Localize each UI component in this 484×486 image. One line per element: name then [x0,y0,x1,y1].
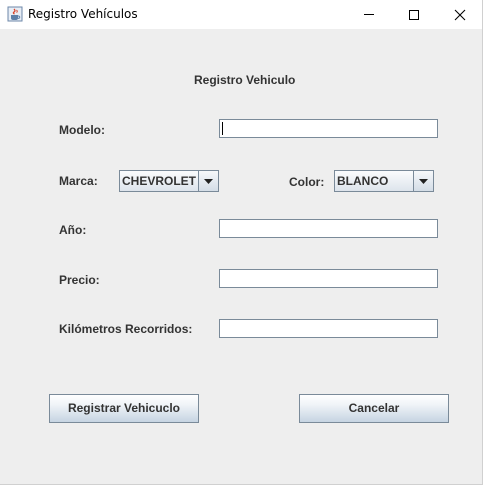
modelo-label: Modelo: [59,123,105,137]
color-dropdown-button[interactable] [413,171,433,191]
text-caret [222,122,223,135]
form-heading: Registro Vehiculo [194,73,296,87]
marca-selected-value: CHEVROLET [122,174,197,188]
modelo-field[interactable] [219,119,438,138]
cancel-button-label: Cancelar [348,401,400,415]
maximize-button[interactable] [391,0,437,29]
anio-label: Año: [59,223,87,237]
minimize-icon [364,14,374,15]
maximize-icon [409,10,419,20]
precio-field[interactable] [219,269,438,288]
close-icon [454,9,466,21]
color-select[interactable]: BLANCO [334,170,434,192]
register-button-label: Registrar Vehicuclo [67,401,181,415]
app-window: Registro Vehículos Registro Vehiculo Mod… [0,0,483,485]
window-title: Registro Vehículos [28,7,138,21]
precio-label: Precio: [59,273,100,287]
minimize-button[interactable] [346,0,392,29]
chevron-down-icon [204,179,213,184]
java-cup-icon[interactable] [7,6,23,22]
title-bar[interactable]: Registro Vehículos [0,0,482,29]
register-button[interactable]: Registrar Vehicuclo [49,394,199,423]
marca-dropdown-button[interactable] [198,171,218,191]
chevron-down-icon [419,179,428,184]
color-label: Color: [289,175,325,189]
marca-select[interactable]: CHEVROLET [119,170,219,192]
km-label: Kilómetros Recorridos: [59,322,193,336]
cancel-button[interactable]: Cancelar [299,394,449,423]
color-selected-value: BLANCO [337,174,389,188]
marca-label: Marca: [59,174,98,188]
anio-field[interactable] [219,219,438,238]
km-field[interactable] [219,319,438,338]
close-button[interactable] [437,0,483,29]
